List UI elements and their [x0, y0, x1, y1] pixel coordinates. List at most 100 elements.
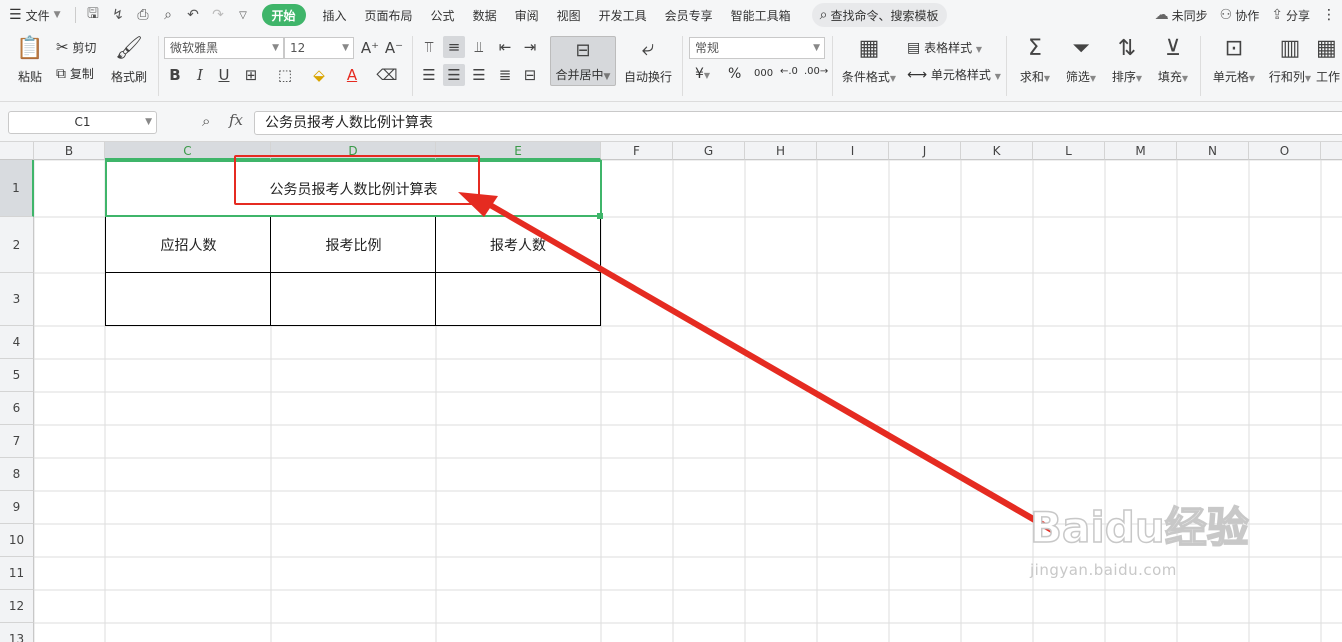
print-preview-icon[interactable]: ⌕ [156, 4, 181, 26]
decrease-font-icon[interactable]: A⁻ [383, 37, 405, 59]
font-family-select[interactable]: 微软雅黑 ▼ [164, 37, 284, 59]
format-painter-button[interactable]: 🖌 格式刷 [103, 34, 155, 85]
cut-button[interactable]: ✂ 剪切 [56, 38, 96, 56]
worksheet-button[interactable]: ▦ 工作 [1316, 34, 1342, 85]
tab-member[interactable]: 会员专享 [656, 4, 722, 26]
cloud-save-icon[interactable]: ↯ [106, 4, 131, 26]
filter-button[interactable]: ⏷ 筛选▼ [1058, 34, 1104, 85]
tab-developer[interactable]: 开发工具 [590, 4, 656, 26]
row-col-button[interactable]: ▥ 行和列▼ [1262, 34, 1318, 85]
number-format-select[interactable]: 常规 ▼ [689, 37, 825, 59]
increase-decimal-icon[interactable]: ←.0 [780, 66, 798, 77]
align-right-icon[interactable]: ☰ [468, 64, 490, 86]
cell-button[interactable]: ⊡ 单元格▼ [1206, 34, 1262, 85]
fill-button[interactable]: ⊻ 填充▼ [1150, 34, 1196, 85]
cell-style-button[interactable]: ⟷ 单元格样式 ▼ [907, 66, 1001, 83]
name-box[interactable]: C1 ▼ [8, 111, 157, 134]
scissors-icon: ✂ [56, 38, 69, 56]
function-icon[interactable]: fx [229, 111, 243, 129]
undo-icon[interactable]: ↶ [181, 4, 206, 26]
align-middle-icon[interactable]: ≡ [443, 36, 465, 58]
distributed-icon[interactable]: ⊟ [519, 64, 541, 86]
tab-page-layout[interactable]: 页面布局 [356, 4, 422, 26]
tab-formulas[interactable]: 公式 [422, 4, 464, 26]
increase-font-icon[interactable]: A⁺ [359, 37, 381, 59]
thousands-button[interactable]: 000 [754, 68, 773, 79]
share-button[interactable]: ⇪ 分享 [1265, 7, 1316, 24]
conditional-format-button[interactable]: ▦ 条件格式▼ [838, 34, 900, 85]
chevron-down-icon: ▼ [975, 45, 983, 54]
increase-indent-icon[interactable]: ⇥ [519, 36, 541, 58]
italic-icon[interactable]: I [189, 64, 211, 86]
cloud-icon: ☁ [1154, 7, 1169, 23]
command-search-input[interactable]: ⌕ 查找命令、搜索模板 [811, 3, 947, 27]
ribbon-toolbar: 📋 粘贴 ✂ 剪切 ⧉ 复制 🖌 格式刷 微软雅黑 ▼ 12 ▼ A⁺ A⁻ B I… [0, 30, 1342, 102]
wrap-text-button[interactable]: ⤶ 自动换行 [620, 34, 676, 85]
font-color-icon[interactable]: A [341, 64, 363, 86]
justify-icon[interactable]: ≣ [494, 64, 516, 86]
align-bottom-icon[interactable]: ⫫ [468, 36, 490, 58]
formula-bar: C1 ▼ ⌕ fx 公务员报考人数比例计算表 [0, 102, 1342, 142]
copy-button[interactable]: ⧉ 复制 [56, 65, 94, 82]
tab-review[interactable]: 审阅 [506, 4, 548, 26]
print-icon[interactable]: ⎙ [131, 4, 156, 26]
tab-smart-toolbox[interactable]: 智能工具箱 [722, 4, 800, 26]
separator [74, 7, 76, 23]
save-icon[interactable]: 🖫 [81, 4, 106, 26]
sigma-icon: Σ [1028, 36, 1042, 61]
underline-icon[interactable]: U [213, 64, 235, 86]
chevron-down-icon: ▼ [342, 43, 349, 53]
align-top-icon[interactable]: ⫪ [418, 36, 440, 58]
decrease-decimal-icon[interactable]: .00→ [804, 66, 828, 77]
bold-icon[interactable]: B [164, 64, 186, 86]
chevron-down-icon: ▼ [1089, 74, 1097, 83]
chevron-down-icon: ▼ [1248, 74, 1256, 83]
chevron-down-icon: ▼ [603, 72, 611, 82]
sort-button[interactable]: ⇅ 排序▼ [1104, 34, 1150, 85]
more-icon[interactable]: ⋮ [1316, 7, 1342, 23]
chevron-down-icon: ▼ [1135, 74, 1143, 83]
cell-icon: ⊡ [1224, 36, 1244, 61]
cell-shade-icon[interactable]: ⬚ [274, 64, 296, 86]
cell-style-icon: ⟷ [907, 67, 928, 83]
watermark-brand: Baidu经验 [1029, 502, 1249, 553]
collaborate-button[interactable]: ⚇ 协作 [1214, 7, 1266, 24]
tab-view[interactable]: 视图 [548, 4, 590, 26]
wrap-text-icon: ⤶ [641, 36, 655, 61]
fill-color-icon[interactable]: ⬙ [308, 64, 330, 86]
table-style-icon: ▤ [907, 40, 921, 56]
align-left-icon[interactable]: ☰ [418, 64, 440, 86]
tab-data[interactable]: 数据 [464, 4, 506, 26]
fill-down-icon: ⊻ [1164, 36, 1182, 61]
customize-icon[interactable]: ▽ [231, 4, 256, 26]
font-size-select[interactable]: 12 ▼ [284, 37, 354, 59]
align-center-icon[interactable]: ☰ [443, 64, 465, 86]
currency-button[interactable]: ¥▼ [695, 66, 710, 82]
table-style-button[interactable]: ▤ 表格样式 ▼ [907, 39, 982, 56]
spreadsheet-grid[interactable]: B C D E F G H I J K L M N O 1 2 3 4 5 6 … [0, 142, 1342, 642]
menu-bar: ☰ 文件 ▼ 🖫 ↯ ⎙ ⌕ ↶ ↷ ▽ 开始 插入 页面布局 公式 数据 审阅… [0, 0, 1342, 30]
file-menu[interactable]: ☰ 文件 ▼ [0, 4, 70, 26]
chevron-down-icon: ▼ [272, 43, 279, 53]
chevron-down-icon: ▼ [1181, 74, 1189, 83]
eraser-icon[interactable]: ⌫ [376, 64, 398, 86]
chevron-down-icon: ▼ [145, 117, 152, 127]
merge-center-button[interactable]: ⊟ 合并居中▼ [550, 36, 616, 86]
tab-home[interactable]: 开始 [261, 4, 306, 26]
border-icon[interactable]: ⊞ [240, 64, 262, 86]
percent-button[interactable]: % [728, 66, 741, 82]
chevron-down-icon: ▼ [994, 72, 1001, 81]
watermark-url: jingyan.baidu.com [1030, 561, 1177, 579]
zoom-icon[interactable]: ⌕ [202, 112, 210, 130]
sort-icon: ⇅ [1117, 36, 1137, 61]
decrease-indent-icon[interactable]: ⇤ [494, 36, 516, 58]
redo-icon[interactable]: ↷ [206, 4, 231, 26]
sync-status[interactable]: ☁ 未同步 [1149, 7, 1214, 24]
tab-insert[interactable]: 插入 [314, 4, 356, 26]
worksheet-icon: ▦ [1316, 36, 1337, 61]
chevron-down-icon: ▼ [1304, 74, 1312, 83]
row-col-icon: ▥ [1279, 36, 1301, 61]
formula-input[interactable]: 公务员报考人数比例计算表 [254, 111, 1342, 135]
sum-button[interactable]: Σ 求和▼ [1012, 34, 1058, 85]
paste-button[interactable]: 📋 粘贴 [4, 34, 56, 85]
